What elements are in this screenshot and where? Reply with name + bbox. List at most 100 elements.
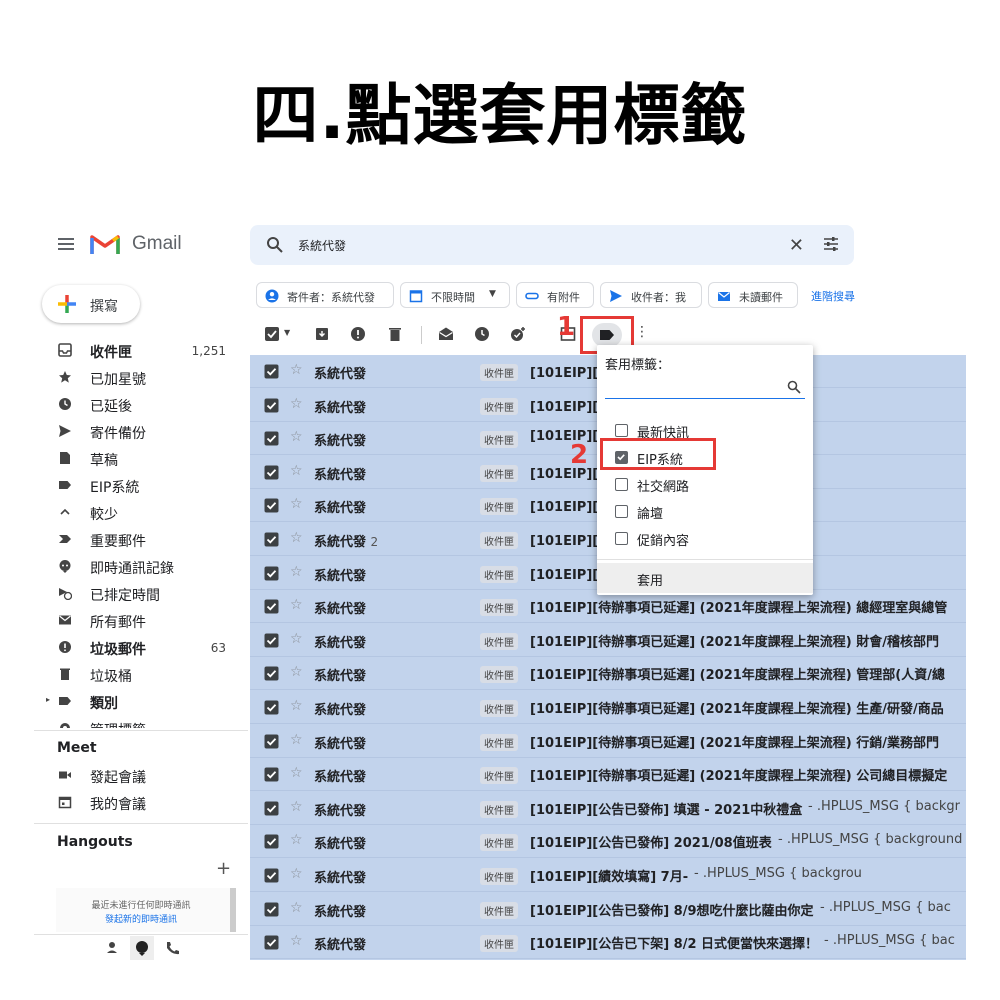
star-icon[interactable]: ☆	[290, 530, 303, 546]
archive-icon[interactable]	[314, 326, 330, 342]
sidebar-item-drafts[interactable]: 草稿	[34, 446, 244, 472]
row-checkbox-checked[interactable]	[264, 532, 279, 547]
advanced-search-link[interactable]: 進階搜尋	[811, 288, 855, 304]
select-all-checkbox[interactable]	[264, 326, 280, 342]
row-checkbox-checked[interactable]	[264, 700, 279, 715]
chip-unread[interactable]: 未讀郵件	[708, 282, 798, 308]
email-row[interactable]: ☆ 系統代發 收件匣 [101EIP][公告已發佈] 8/9想吃什麼比薩由你定 - .H…	[250, 893, 966, 926]
search-icon[interactable]	[266, 236, 284, 254]
sidebar-item-my-meetings[interactable]: 我的會議	[34, 790, 244, 816]
delete-icon[interactable]	[387, 326, 403, 342]
star-icon[interactable]: ☆	[290, 463, 303, 479]
label-option-social[interactable]: 社交網路	[597, 471, 813, 497]
phone-icon[interactable]	[158, 936, 186, 960]
compose-button[interactable]: 撰寫	[42, 285, 140, 323]
sidebar-item-starred[interactable]: 已加星號	[34, 365, 244, 391]
add-task-icon[interactable]	[510, 326, 526, 342]
row-checkbox-checked[interactable]	[264, 431, 279, 446]
sidebar-item-snoozed[interactable]: 已延後	[34, 392, 244, 418]
row-checkbox-checked[interactable]	[264, 633, 279, 648]
label-checkbox[interactable]	[615, 532, 628, 545]
email-row[interactable]: ☆ 系統代發 收件匣 [101EIP][待辦事項已延遲] (2021年度課程上架流程)…	[250, 725, 966, 758]
star-icon[interactable]: ☆	[290, 496, 303, 512]
sidebar-item-inbox[interactable]: 收件匣 1,251	[34, 338, 244, 364]
email-row[interactable]: ☆ 系統代發 收件匣 [101EIP][待辦事項已延遲] (2021年度課程上架流程)…	[250, 590, 966, 624]
snooze-icon[interactable]	[474, 326, 490, 342]
row-checkbox-checked[interactable]	[264, 834, 279, 849]
apply-label-button[interactable]: 套用	[597, 563, 813, 593]
mark-read-icon[interactable]	[438, 326, 454, 342]
new-chat-plus-icon[interactable]: +	[216, 858, 231, 879]
search-input[interactable]: 系統代發	[298, 237, 346, 254]
row-checkbox-checked[interactable]	[264, 801, 279, 816]
more-options-icon[interactable]: ⋮	[635, 324, 649, 340]
sidebar-item-trash[interactable]: 垃圾桶	[34, 662, 244, 688]
email-row[interactable]: ☆ 系統代發 收件匣 [101EIP][公告已下架] 8/2 日式便當快來選擇！ - .…	[250, 926, 966, 960]
sidebar-item-manage-labels[interactable]: 管理標籤	[34, 716, 244, 728]
row-checkbox-checked[interactable]	[264, 902, 279, 917]
search-bar[interactable]: 系統代發 ✕	[250, 225, 854, 265]
chip-has-attachment[interactable]: 有附件	[516, 282, 594, 308]
star-icon[interactable]: ☆	[290, 799, 303, 815]
star-icon[interactable]: ☆	[290, 765, 303, 781]
label-search-input[interactable]	[605, 377, 805, 399]
row-checkbox-checked[interactable]	[264, 398, 279, 413]
email-row[interactable]: ☆ 系統代發 收件匣 [101EIP][公告已發佈] 2021/08值班表 - .HPL…	[250, 825, 966, 859]
label-option-promotions[interactable]: 促銷內容	[597, 525, 813, 551]
tune-icon[interactable]	[822, 235, 840, 253]
star-icon[interactable]: ☆	[290, 900, 303, 916]
label-checkbox[interactable]	[615, 478, 628, 491]
star-icon[interactable]: ☆	[290, 429, 303, 445]
close-icon[interactable]: ✕	[789, 235, 804, 256]
star-icon[interactable]: ☆	[290, 362, 303, 378]
chip-to-me[interactable]: 收件者：我	[600, 282, 702, 308]
label-checkbox[interactable]	[615, 424, 628, 437]
star-icon[interactable]: ☆	[290, 597, 303, 613]
report-spam-icon[interactable]	[350, 326, 366, 342]
row-checkbox-checked[interactable]	[264, 498, 279, 513]
email-row[interactable]: ☆ 系統代發 收件匣 [101EIP][待辦事項已延遲] (2021年度課程上架流程)…	[250, 657, 966, 691]
sidebar-item-categories[interactable]: ▸ 類別	[34, 689, 244, 715]
email-row[interactable]: ☆ 系統代發 收件匣 [101EIP][公告已發佈] 填選 - 2021中秋禮盒 - .…	[250, 792, 966, 825]
select-dropdown-icon[interactable]: ▼	[284, 328, 290, 337]
sidebar-item-less[interactable]: 較少	[34, 500, 244, 526]
star-icon[interactable]: ☆	[290, 664, 303, 680]
row-checkbox-checked[interactable]	[264, 566, 279, 581]
row-checkbox-checked[interactable]	[264, 364, 279, 379]
start-chat-link[interactable]: 發起新的即時通訊	[56, 912, 226, 925]
hamburger-menu-icon[interactable]	[58, 238, 74, 250]
sidebar-item-new-meeting[interactable]: 發起會議	[34, 763, 244, 789]
chip-any-time[interactable]: 不限時間 ▼	[400, 282, 510, 308]
row-checkbox-checked[interactable]	[264, 734, 279, 749]
sidebar-item-sent[interactable]: 寄件備份	[34, 419, 244, 445]
email-row[interactable]: ☆ 系統代發 收件匣 [101EIP][待辦事項已延遲] (2021年度課程上架流程)…	[250, 624, 966, 657]
sidebar-item-spam[interactable]: 垃圾郵件 63	[34, 635, 244, 661]
star-icon[interactable]: ☆	[290, 933, 303, 949]
chat-icon[interactable]	[128, 936, 156, 960]
row-checkbox-checked[interactable]	[264, 868, 279, 883]
expand-arrow-icon[interactable]: ▸	[46, 695, 50, 704]
sidebar-item-important[interactable]: 重要郵件	[34, 527, 244, 553]
row-checkbox-checked[interactable]	[264, 599, 279, 614]
email-row[interactable]: ☆ 系統代發 收件匣 [101EIP][績效填寫] 7月- - .HPLUS_MSG {…	[250, 859, 966, 892]
star-icon[interactable]: ☆	[290, 631, 303, 647]
row-checkbox-checked[interactable]	[264, 767, 279, 782]
person-icon[interactable]	[98, 936, 126, 960]
star-icon[interactable]: ☆	[290, 832, 303, 848]
email-row[interactable]: ☆ 系統代發 收件匣 [101EIP][待辦事項已延遲] (2021年度課程上架流程)…	[250, 691, 966, 724]
label-option-forums[interactable]: 論壇	[597, 498, 813, 524]
sidebar-item-chats[interactable]: 即時通訊記錄	[34, 554, 244, 580]
sidebar-item-scheduled[interactable]: 已排定時間	[34, 581, 244, 607]
star-icon[interactable]: ☆	[290, 564, 303, 580]
email-row[interactable]: ☆ 系統代發 收件匣 [101EIP][待辦事項已延遲] (2021年度課程上架流程)…	[250, 758, 966, 792]
sidebar-item-eip[interactable]: EIP系統	[34, 473, 244, 499]
row-checkbox-checked[interactable]	[264, 935, 279, 950]
star-icon[interactable]: ☆	[290, 866, 303, 882]
row-checkbox-checked[interactable]	[264, 666, 279, 681]
sidebar-item-all-mail[interactable]: 所有郵件	[34, 608, 244, 634]
star-icon[interactable]: ☆	[290, 698, 303, 714]
row-checkbox-checked[interactable]	[264, 465, 279, 480]
star-icon[interactable]: ☆	[290, 732, 303, 748]
chip-from[interactable]: 寄件者：系統代發	[256, 282, 394, 308]
star-icon[interactable]: ☆	[290, 396, 303, 412]
